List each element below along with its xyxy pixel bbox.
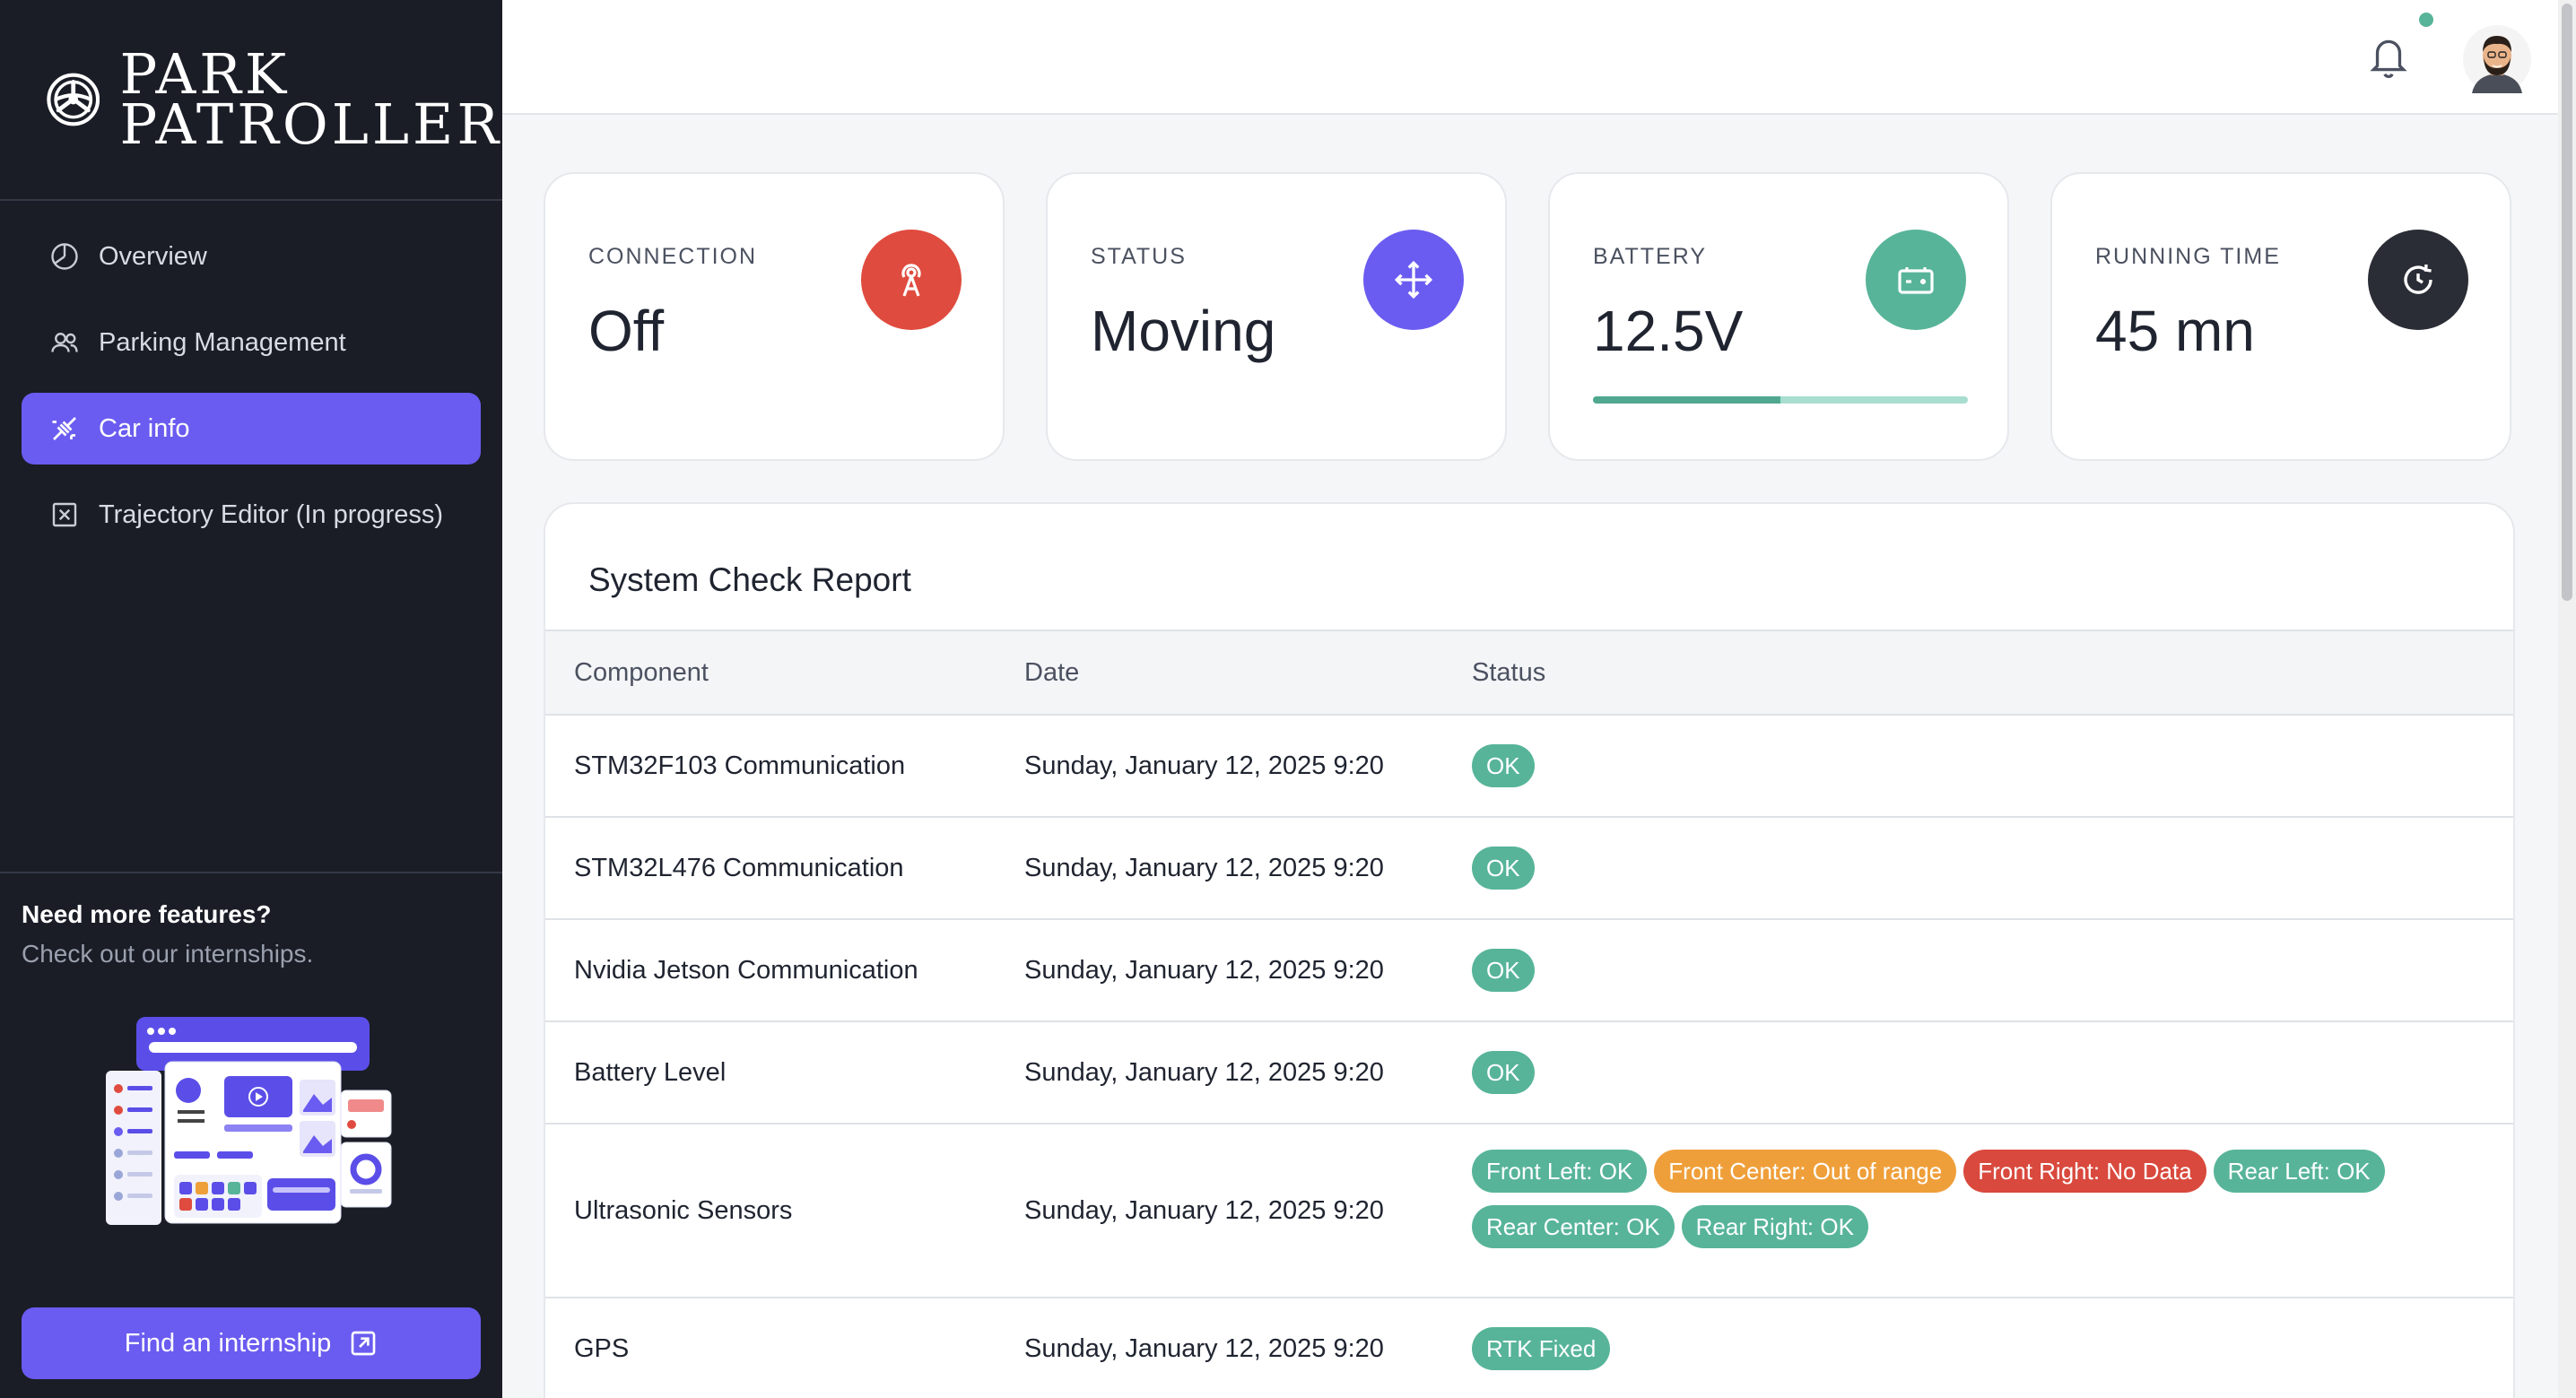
- status-cell: OK: [1472, 847, 2459, 890]
- status-cell: Front Left: OK Front Center: Out of rang…: [1472, 1150, 2459, 1248]
- column-header-component: Component: [574, 658, 709, 687]
- sidebar-item-trajectory-editor[interactable]: Trajectory Editor (In progress): [22, 479, 481, 551]
- sidebar-item-label: Parking Management: [99, 327, 346, 357]
- status-badge: Front Center: Out of range: [1654, 1150, 1957, 1193]
- status-badge: Rear Left: OK: [2213, 1150, 2385, 1193]
- status-badge: OK: [1472, 1051, 1535, 1094]
- sidebar-item-label: Car info: [99, 413, 190, 443]
- status-cell: OK: [1472, 949, 2459, 992]
- battery-card: BATTERY 12.5V: [1548, 172, 2009, 461]
- brand-line-2: PATROLLER: [119, 91, 502, 157]
- table-row: Battery Level Sunday, January 12, 2025 9…: [545, 1022, 2513, 1124]
- battery-level-bar: [1593, 396, 1968, 404]
- status-badge: OK: [1472, 744, 1535, 787]
- component-cell: STM32L476 Communication: [574, 854, 904, 882]
- battery-label: BATTERY: [1593, 244, 1707, 269]
- status-label: STATUS: [1091, 244, 1187, 269]
- component-cell: Battery Level: [574, 1058, 727, 1087]
- find-internship-label: Find an internship: [124, 1328, 332, 1358]
- sidebar-item-car-info[interactable]: Car info: [22, 393, 481, 465]
- sidebar-item-label: Trajectory Editor (In progress): [99, 499, 444, 529]
- component-cell: Nvidia Jetson Communication: [574, 956, 918, 985]
- sidebar-item-parking-management[interactable]: Parking Management: [22, 307, 481, 378]
- sidebar-item-label: Overview: [99, 241, 207, 271]
- column-header-date: Date: [1024, 658, 1080, 687]
- connection-label: CONNECTION: [588, 244, 758, 269]
- status-badge: Rear Center: OK: [1472, 1205, 1675, 1248]
- status-cell: OK: [1472, 1051, 2459, 1094]
- table-row: Ultrasonic Sensors Sunday, January 12, 2…: [545, 1124, 2513, 1298]
- external-link-icon: [351, 1331, 376, 1356]
- component-cell: Ultrasonic Sensors: [574, 1196, 793, 1225]
- bell-icon[interactable]: [2366, 32, 2411, 81]
- status-cell: OK: [1472, 744, 2459, 787]
- status-badge: OK: [1472, 949, 1535, 992]
- component-cell: GPS: [574, 1334, 630, 1363]
- date-cell: Sunday, January 12, 2025 9:20: [1024, 1058, 1384, 1087]
- table-row: STM32L476 Communication Sunday, January …: [545, 818, 2513, 920]
- find-internship-button[interactable]: Find an internship: [22, 1307, 481, 1379]
- refresh-icon: [2368, 230, 2468, 330]
- connection-value: Off: [588, 299, 665, 363]
- running-time-card: RUNNING TIME 45 mn: [2050, 172, 2511, 461]
- status-card: STATUS Moving: [1046, 172, 1507, 461]
- avatar[interactable]: [2463, 25, 2531, 93]
- table-row: STM32F103 Communication Sunday, January …: [545, 716, 2513, 818]
- promo-section: Need more features? Check out our intern…: [0, 872, 502, 1379]
- scrollbar[interactable]: [2558, 0, 2576, 1398]
- top-header: [502, 0, 2558, 115]
- connection-card: CONNECTION Off: [544, 172, 1005, 461]
- running-time-label: RUNNING TIME: [2095, 244, 2281, 269]
- status-value: Moving: [1091, 299, 1276, 363]
- promo-title: Need more features?: [22, 900, 272, 928]
- component-cell: STM32F103 Communication: [574, 751, 906, 780]
- car-info-icon: [48, 412, 81, 445]
- column-header-status: Status: [1472, 658, 1546, 687]
- battery-icon: [1866, 230, 1966, 330]
- date-cell: Sunday, January 12, 2025 9:20: [1024, 751, 1384, 780]
- date-cell: Sunday, January 12, 2025 9:20: [1024, 854, 1384, 882]
- status-cell: RTK Fixed: [1472, 1327, 2459, 1370]
- date-cell: Sunday, January 12, 2025 9:20: [1024, 1196, 1384, 1225]
- overview-icon: [48, 240, 81, 273]
- sidebar: PARK PATROLLER Overview Parking Manageme…: [0, 0, 502, 1398]
- date-cell: Sunday, January 12, 2025 9:20: [1024, 1334, 1384, 1363]
- sidebar-item-overview[interactable]: Overview: [22, 221, 481, 292]
- brand-name: PARK PATROLLER: [119, 47, 502, 157]
- battery-level-fill: [1593, 396, 1780, 404]
- status-badge: Front Left: OK: [1472, 1150, 1648, 1193]
- status-badge: OK: [1472, 847, 1535, 890]
- notification-dot: [2419, 13, 2433, 27]
- date-cell: Sunday, January 12, 2025 9:20: [1024, 956, 1384, 985]
- scrollbar-thumb[interactable]: [2562, 4, 2572, 601]
- steering-wheel-icon: [47, 73, 100, 126]
- trajectory-icon: [48, 499, 81, 531]
- status-badge: RTK Fixed: [1472, 1327, 1611, 1370]
- table-header: Component Date Status: [545, 630, 2513, 716]
- system-check-report: System Check Report Component Date Statu…: [544, 502, 2515, 1398]
- table-row: GPS Sunday, January 12, 2025 9:20 RTK Fi…: [545, 1298, 2513, 1398]
- users-icon: [48, 326, 81, 359]
- running-time-value: 45 mn: [2095, 299, 2255, 363]
- status-badge: Front Right: No Data: [1963, 1150, 2206, 1193]
- dashboard-illustration: [106, 1017, 392, 1225]
- battery-value: 12.5V: [1593, 299, 1744, 363]
- status-badge: Rear Right: OK: [1681, 1205, 1868, 1248]
- sidebar-nav: Overview Parking Management Car info Tra…: [0, 201, 502, 551]
- report-title: System Check Report: [588, 561, 911, 598]
- move-arrows-icon: [1363, 230, 1464, 330]
- promo-subtitle: Check out our internships.: [22, 940, 314, 968]
- brand[interactable]: PARK PATROLLER: [0, 0, 502, 201]
- table-row: Nvidia Jetson Communication Sunday, Janu…: [545, 920, 2513, 1022]
- broadcast-icon: [861, 230, 962, 330]
